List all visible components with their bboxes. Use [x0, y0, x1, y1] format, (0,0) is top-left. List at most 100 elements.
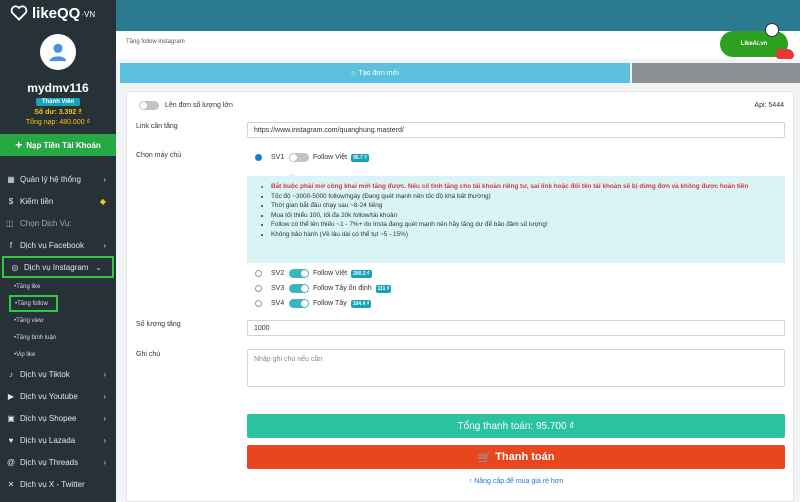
sv3-toggle[interactable]: [289, 284, 309, 293]
menu-system[interactable]: ▦ Quản lý hệ thống ›: [0, 168, 116, 190]
menu-youtube[interactable]: ▶ Dịch vụ Youtube ›: [0, 385, 116, 407]
instagram-icon: ◎: [11, 262, 19, 272]
menu-tiktok[interactable]: ♪ Dịch vụ Tiktok ›: [0, 363, 116, 385]
sub-label: Tăng like: [16, 283, 41, 290]
radio-sv1[interactable]: [255, 154, 262, 161]
menu-shopee-label: Dịch vụ Shopee: [20, 413, 77, 423]
note-item: Bắt buộc phải mở công khai mới tăng được…: [271, 182, 771, 192]
sub-tang-like[interactable]: • Tăng like: [0, 278, 116, 295]
tab-secondary[interactable]: [632, 63, 800, 83]
radio-sv2[interactable]: [255, 270, 262, 277]
sv2-name: SV2: [271, 270, 285, 277]
coin-icon: ◆: [99, 196, 106, 206]
logo-text: likeQQ: [32, 4, 81, 22]
section-label-text: Chọn Dịch Vụ:: [20, 218, 72, 228]
api-label: Api: 5444: [754, 102, 784, 109]
balance: Số dư: 3.392 ₫: [34, 109, 82, 116]
bulk-toggle[interactable]: [139, 101, 159, 110]
menu-facebook[interactable]: f Dịch vụ Facebook ›: [0, 234, 116, 256]
sv4-desc: Follow Tây: [313, 300, 347, 307]
chevron-right-icon: ›: [103, 413, 106, 423]
twitter-icon: ✕: [7, 479, 15, 489]
facebook-icon: f: [9, 240, 13, 250]
menu-facebook-label: Dịch vụ Facebook: [20, 240, 85, 250]
note-item: Thời gian bắt đầu chạy sau ~8-24 tiếng: [271, 201, 771, 211]
link-input[interactable]: https://www.instagram.com/quanghung.mast…: [247, 122, 785, 138]
sv1-desc: Follow Việt: [313, 154, 348, 161]
avatar[interactable]: [40, 34, 76, 70]
menu-system-label: Quản lý hệ thống: [20, 174, 81, 184]
menu-threads[interactable]: @ Dịch vụ Threads ›: [0, 451, 116, 473]
note-label: Ghi chú: [136, 351, 161, 358]
sub-label: Vip like: [16, 351, 36, 358]
link-label: Link cần tăng: [136, 123, 178, 130]
youtube-icon: ▶: [7, 391, 15, 401]
cart-icon: ◫: [6, 218, 14, 228]
sv1-name: SV1: [271, 154, 285, 161]
radio-sv3[interactable]: [255, 285, 262, 292]
sv1-price-badge: 95.7 ₫: [351, 153, 369, 162]
sv2-toggle[interactable]: [289, 269, 309, 278]
sub-tang-view[interactable]: • Tăng view: [0, 312, 116, 329]
sub-label: Tăng view: [16, 317, 44, 324]
sv2-desc: Follow Việt: [313, 270, 348, 277]
tiktok-icon: ♪: [9, 369, 13, 379]
server-option-sv2[interactable]: SV2 Follow Việt 200.2 ₫: [255, 269, 372, 278]
sub-tang-follow[interactable]: • Tăng follow: [9, 295, 58, 312]
plus-icon: +: [15, 138, 23, 152]
store-icon: ⌂: [351, 69, 356, 77]
menu-shopee[interactable]: ▣ Dịch vụ Shopee ›: [0, 407, 116, 429]
radio-sv4[interactable]: [255, 300, 262, 307]
threads-icon: @: [6, 457, 16, 467]
user-icon: [49, 43, 67, 62]
sv3-desc: Follow Tây ổn định: [313, 285, 372, 292]
menu-lazada[interactable]: ♥ Dịch vụ Lazada ›: [0, 429, 116, 451]
server-option-sv1[interactable]: SV1 Follow Việt 95.7 ₫: [255, 153, 369, 162]
order-form: Lên đơn số lượng lớn Api: 5444 Link cần …: [126, 91, 794, 502]
money-icon: $: [8, 196, 14, 206]
sv3-name: SV3: [271, 285, 285, 292]
breadcrumb: Tăng follow instagram: [126, 39, 185, 45]
cart-icon: 🛒: [477, 451, 492, 464]
topup-label: Nạp Tiền Tài Khoản: [26, 140, 101, 150]
menu-tiktok-label: Dịch vụ Tiktok: [20, 369, 70, 379]
menu-instagram-label: Dịch vụ Instagram: [24, 262, 89, 272]
quantity-input[interactable]: 1000: [247, 320, 785, 336]
logo[interactable]: likeQQ ·VN: [0, 0, 116, 26]
rank-badge: Thành Viên: [36, 98, 80, 106]
sv1-toggle[interactable]: [289, 153, 309, 162]
topup-button[interactable]: + Nạp Tiền Tài Khoản: [0, 134, 116, 156]
upgrade-link[interactable]: ↑ Nâng cấp để mua giá rẻ hơn: [247, 478, 785, 485]
sv4-toggle[interactable]: [289, 299, 309, 308]
likeai-button[interactable]: LikeAi.vn: [720, 31, 794, 59]
note-textarea[interactable]: Nhập ghi chú nếu cần: [247, 349, 785, 387]
chevron-right-icon: ›: [103, 240, 106, 250]
menu-instagram[interactable]: ◎ Dịch vụ Instagram ⌄: [2, 256, 114, 278]
topbar: [116, 0, 800, 31]
bulk-toggle-row: Lên đơn số lượng lớn: [139, 101, 233, 110]
sub-tang-binh-luan[interactable]: • Tăng bình luận: [0, 329, 116, 346]
chevron-down-icon: ⌄: [95, 262, 102, 272]
menu-earn[interactable]: $ Kiếm tiền ◆: [0, 190, 116, 212]
sub-label: Tăng follow: [17, 300, 48, 307]
menu-threads-label: Dịch vụ Threads: [20, 457, 79, 467]
sv4-name: SV4: [271, 300, 285, 307]
shopee-icon: ▣: [7, 413, 15, 423]
smiley-icon: [765, 23, 779, 37]
sub-label: Tăng bình luận: [16, 334, 57, 341]
note-item: Tốc độ ~3000-5000 follow/ngày (Đang quét…: [271, 192, 771, 202]
server-option-sv3[interactable]: SV3 Follow Tây ổn định 111 ₫: [255, 284, 392, 293]
menu-twitter[interactable]: ✕ Dịch vụ X - Twitter: [0, 473, 116, 495]
total-topup: Tổng nạp: 480.000 ₫: [25, 119, 91, 126]
sub-vip-like[interactable]: • Vip like: [0, 346, 116, 363]
sv2-price-badge: 200.2 ₫: [351, 269, 372, 278]
upgrade-link-label: Nâng cấp để mua giá rẻ hơn: [474, 478, 564, 485]
pay-button[interactable]: 🛒 Thanh toán: [247, 445, 785, 469]
total-display: Tổng thanh toán: 95.700 ₫: [247, 414, 785, 438]
server-option-sv4[interactable]: SV4 Follow Tây 104.4 ₫: [255, 299, 372, 308]
lazada-icon: ♥: [8, 435, 14, 445]
grid-icon: ▦: [7, 174, 15, 184]
chevron-right-icon: ›: [103, 174, 106, 184]
tab-create-order[interactable]: ⌂ Tạo đơn mới: [120, 63, 630, 83]
red-blob-icon: [776, 49, 794, 59]
